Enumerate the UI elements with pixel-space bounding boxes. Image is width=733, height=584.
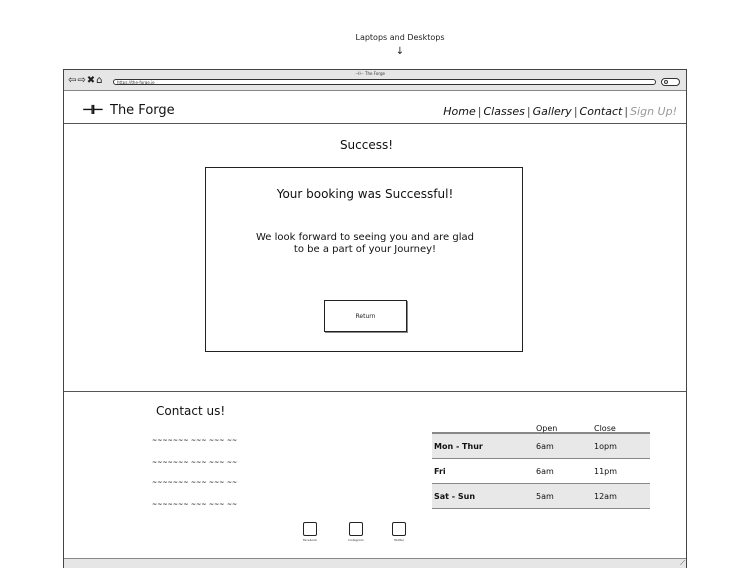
browser-search-button[interactable] xyxy=(661,78,680,86)
instagram-icon[interactable] xyxy=(349,522,363,536)
dumbbell-icon[interactable]: ⊣⊢ xyxy=(82,103,104,118)
contact-heading: Contact us! xyxy=(156,404,226,418)
nav-sign-up[interactable]: Sign Up! xyxy=(630,105,677,118)
contact-line: ~~~~~~~ ~~~ ~~~ ~~ xyxy=(152,501,238,508)
nav-gallery[interactable]: Gallery xyxy=(533,105,572,118)
column-header-close: Close xyxy=(594,424,616,433)
contact-line: ~~~~~~~ ~~~ ~~~ ~~ xyxy=(152,437,238,444)
page-title: Success! xyxy=(339,138,394,152)
down-arrow-icon: ↓ xyxy=(395,46,405,57)
url-bar[interactable]: https://the-forge.ie xyxy=(113,79,656,85)
table-row: Sat - Sun 5am 12am xyxy=(432,484,650,509)
table-row: Fri 6am 11pm xyxy=(432,459,650,484)
contact-line: ~~~~~~~ ~~~ ~~~ ~~ xyxy=(152,459,238,466)
header-divider xyxy=(64,123,686,124)
table-cell-close: 12am xyxy=(594,492,617,501)
nav-separator: | xyxy=(573,105,578,118)
card-message-line: to be a part of your Journey! xyxy=(293,244,437,255)
table-cell-day: Fri xyxy=(434,467,446,476)
site-title[interactable]: The Forge xyxy=(110,103,175,118)
tab-favicon-icon: ⊣⊢ xyxy=(355,71,364,77)
table-cell-open: 5am xyxy=(536,492,554,501)
nav-contact[interactable]: Contact xyxy=(580,105,623,118)
facebook-icon[interactable] xyxy=(303,522,317,536)
table-cell-open: 6am xyxy=(536,467,554,476)
footer-divider xyxy=(64,391,686,392)
card-message-line: We look forward to seeing you and are gl… xyxy=(255,232,474,243)
nav-home[interactable]: Home xyxy=(443,105,475,118)
social-label-twitter: Twitter xyxy=(393,538,405,542)
social-label-facebook: Facebook xyxy=(302,538,318,542)
nav-separator: | xyxy=(526,105,531,118)
device-annotation: Laptops and Desktops xyxy=(355,33,445,42)
card-title: Your booking was Successful! xyxy=(276,187,454,201)
browser-tab-title[interactable]: ⊣⊢ The Forge xyxy=(64,71,676,77)
browser-nav-buttons[interactable]: ⇦⇨✖⌂ xyxy=(68,76,103,86)
contact-line: ~~~~~~~ ~~~ ~~~ ~~ xyxy=(152,479,238,486)
success-card: Your booking was Successful! We look for… xyxy=(205,167,523,352)
return-button[interactable]: Return xyxy=(324,300,407,332)
table-cell-close: 11pm xyxy=(594,467,618,476)
nav-classes[interactable]: Classes xyxy=(483,105,524,118)
opening-hours-table: Open Close Mon - Thur 6am 1opm Fri 6am 1… xyxy=(432,424,650,509)
resize-grip-icon[interactable]: ⟋ xyxy=(680,559,685,568)
table-cell-close: 1opm xyxy=(594,442,617,451)
table-cell-day: Sat - Sun xyxy=(434,492,476,501)
nav-separator: | xyxy=(477,105,482,118)
browser-titlebar: ⊣⊢ The Forge ⇦⇨✖⌂ https://the-forge.ie xyxy=(64,70,686,91)
column-header-open: Open xyxy=(536,424,558,433)
twitter-icon[interactable] xyxy=(392,522,406,536)
table-cell-day: Mon - Thur xyxy=(434,442,483,451)
browser-window: ⊣⊢ The Forge ⇦⇨✖⌂ https://the-forge.ie ⊣… xyxy=(63,69,687,568)
main-nav: Home | Classes | Gallery | Contact | Sign Up! xyxy=(443,105,677,118)
browser-status-bar: ⟋ xyxy=(64,558,686,568)
search-icon xyxy=(664,80,668,84)
nav-separator: | xyxy=(624,105,629,118)
social-label-instagram: Instagram xyxy=(348,538,364,542)
table-row: Mon - Thur 6am 1opm xyxy=(432,434,650,459)
table-header: Open Close xyxy=(432,424,650,434)
card-message: We look forward to seeing you and are gl… xyxy=(206,232,524,256)
table-cell-open: 6am xyxy=(536,442,554,451)
